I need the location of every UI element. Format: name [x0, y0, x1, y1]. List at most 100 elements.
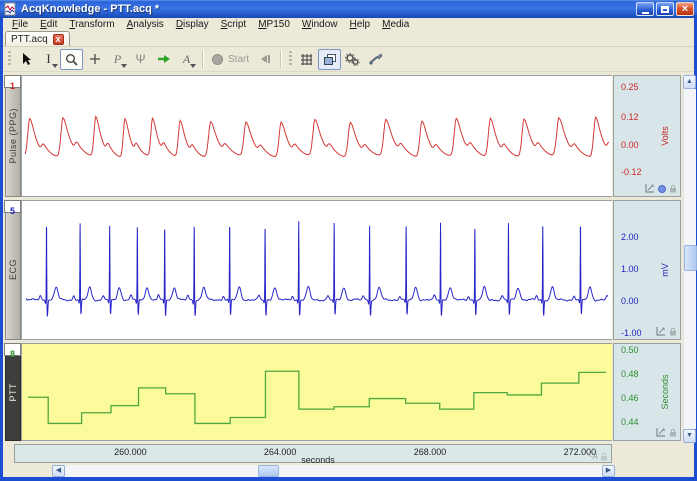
horizontal-scrollbar[interactable]: ◀ ▶: [52, 465, 615, 477]
channel-number-box[interactable]: 5: [4, 200, 21, 213]
tile-windows-button[interactable]: [318, 49, 341, 70]
y-tick-label: 2.00: [621, 232, 639, 242]
toolbar-grip[interactable]: [289, 51, 292, 67]
lock-icon[interactable]: [669, 184, 677, 193]
vertical-scroll-thumb[interactable]: [684, 245, 697, 271]
y-tick-label: 0.46: [621, 393, 639, 403]
dropdown-caret-icon: [190, 64, 196, 68]
channel-unit-label: Volts: [660, 126, 670, 146]
ibeam-icon: I: [46, 51, 50, 67]
lock-icon[interactable]: [669, 327, 677, 336]
channel-number-box[interactable]: 8: [4, 343, 21, 356]
app-icon: [3, 2, 17, 16]
minimize-button[interactable]: [636, 2, 654, 16]
maximize-button[interactable]: [656, 2, 674, 16]
channel-label: Pulse (PPG): [8, 108, 18, 164]
channel-scale-panel[interactable]: mV 2.001.000.00-1.00: [613, 200, 681, 340]
title-bar[interactable]: AcqKnowledge - PTT.acq * ×: [0, 0, 697, 18]
horizontal-scroll-thumb[interactable]: [258, 465, 279, 477]
horizontal-scroll-track[interactable]: [65, 465, 602, 477]
channel-plot[interactable]: [21, 343, 612, 441]
scale-setup-icon[interactable]: [655, 427, 666, 438]
scroll-right-button[interactable]: ▶: [602, 465, 615, 477]
menu-file[interactable]: File: [6, 18, 34, 31]
event-tool-button[interactable]: Ψ: [129, 49, 152, 70]
menu-transform[interactable]: Transform: [63, 18, 120, 31]
menu-mp150[interactable]: MP150: [252, 18, 296, 31]
y-tick-label: 0.12: [621, 112, 639, 122]
channel-label-strip[interactable]: ECG: [5, 200, 21, 340]
channel-scale-panel[interactable]: Seconds 0.500.480.460.44: [613, 343, 681, 441]
scale-setup-icon[interactable]: [655, 326, 666, 337]
rewind-button[interactable]: [253, 49, 276, 70]
channel-plot[interactable]: [21, 200, 612, 340]
start-button[interactable]: Start: [208, 49, 253, 70]
channel-plot[interactable]: [21, 75, 612, 197]
lock-icon[interactable]: [600, 452, 608, 461]
select-tool-button[interactable]: [14, 49, 37, 70]
autoscale-dot-icon[interactable]: [658, 185, 666, 193]
tab-close-icon[interactable]: x: [53, 34, 64, 45]
waveform-trace: [22, 344, 612, 440]
x-tick-label: 260.000: [114, 447, 147, 457]
waveform-trace: [22, 201, 612, 339]
scale-icons: [655, 427, 677, 438]
record-dot-icon: [212, 54, 223, 65]
arrow-annotation-button[interactable]: [152, 49, 175, 70]
scale-icons: [644, 183, 677, 194]
menu-help[interactable]: Help: [344, 18, 377, 31]
maximize-icon: [661, 6, 669, 13]
text-annotation-button[interactable]: A: [175, 49, 198, 70]
menu-analysis[interactable]: Analysis: [121, 18, 170, 31]
ibeam-tool-button[interactable]: I: [37, 49, 60, 70]
horizontal-scale-icons[interactable]: ~A: [588, 452, 608, 461]
channel-label: ECG: [8, 259, 18, 280]
y-tick-label: -0.12: [621, 167, 642, 177]
rewind-icon: [258, 54, 271, 64]
y-tick-label: 0.48: [621, 369, 639, 379]
tab-bar: PTT.acq x: [3, 31, 694, 47]
tab-ptt-acq[interactable]: PTT.acq x: [5, 31, 70, 46]
x-tick-label: 264.000: [264, 447, 297, 457]
lock-icon[interactable]: [669, 428, 677, 437]
channel-unit-label: Seconds: [660, 374, 670, 409]
menu-edit[interactable]: Edit: [34, 18, 63, 31]
tools-button[interactable]: [364, 49, 387, 70]
x-axis[interactable]: 260.000264.000268.000272.000seconds~A: [14, 444, 612, 463]
polygon-tool-button[interactable]: P: [106, 49, 129, 70]
channel-number: 8: [10, 349, 15, 359]
toolbar-grip[interactable]: [8, 51, 11, 67]
grid-button[interactable]: [295, 49, 318, 70]
window-border-bottom: [0, 477, 697, 481]
close-button[interactable]: ×: [676, 2, 694, 16]
autoscale-horizontal-icon[interactable]: ~A: [588, 452, 598, 461]
y-tick-label: 0.50: [621, 345, 639, 355]
preferences-button[interactable]: [341, 49, 364, 70]
vertical-scroll-track[interactable]: [683, 89, 696, 429]
x-tick-label: 268.000: [414, 447, 447, 457]
y-tick-label: 1.00: [621, 264, 639, 274]
channel-scale-panel[interactable]: Volts 0.250.120.00-0.12: [613, 75, 681, 197]
y-tick-label: 0.00: [621, 140, 639, 150]
channel-number-box[interactable]: 1: [4, 75, 21, 88]
menu-script[interactable]: Script: [215, 18, 253, 31]
y-tick-label: 0.00: [621, 296, 639, 306]
dropdown-caret-icon: [52, 64, 58, 68]
channel-label-strip[interactable]: Pulse (PPG): [5, 75, 21, 197]
vertical-scrollbar[interactable]: ▲ ▼: [683, 75, 696, 443]
menu-media[interactable]: Media: [376, 18, 415, 31]
channel-number: 1: [10, 81, 15, 91]
crosshair-tool-button[interactable]: [83, 49, 106, 70]
menu-display[interactable]: Display: [170, 18, 215, 31]
zoom-tool-button[interactable]: [60, 49, 83, 70]
scroll-up-button[interactable]: ▲: [683, 75, 696, 89]
magnifier-icon: [65, 53, 78, 66]
scale-setup-icon[interactable]: [644, 183, 655, 194]
channel-number: 5: [10, 206, 15, 216]
dropdown-caret-icon: [121, 64, 127, 68]
start-button-label: Start: [228, 54, 249, 65]
menu-window[interactable]: Window: [296, 18, 344, 31]
tab-label: PTT.acq: [11, 34, 48, 45]
scroll-left-button[interactable]: ◀: [52, 465, 65, 477]
scroll-down-button[interactable]: ▼: [683, 429, 696, 443]
